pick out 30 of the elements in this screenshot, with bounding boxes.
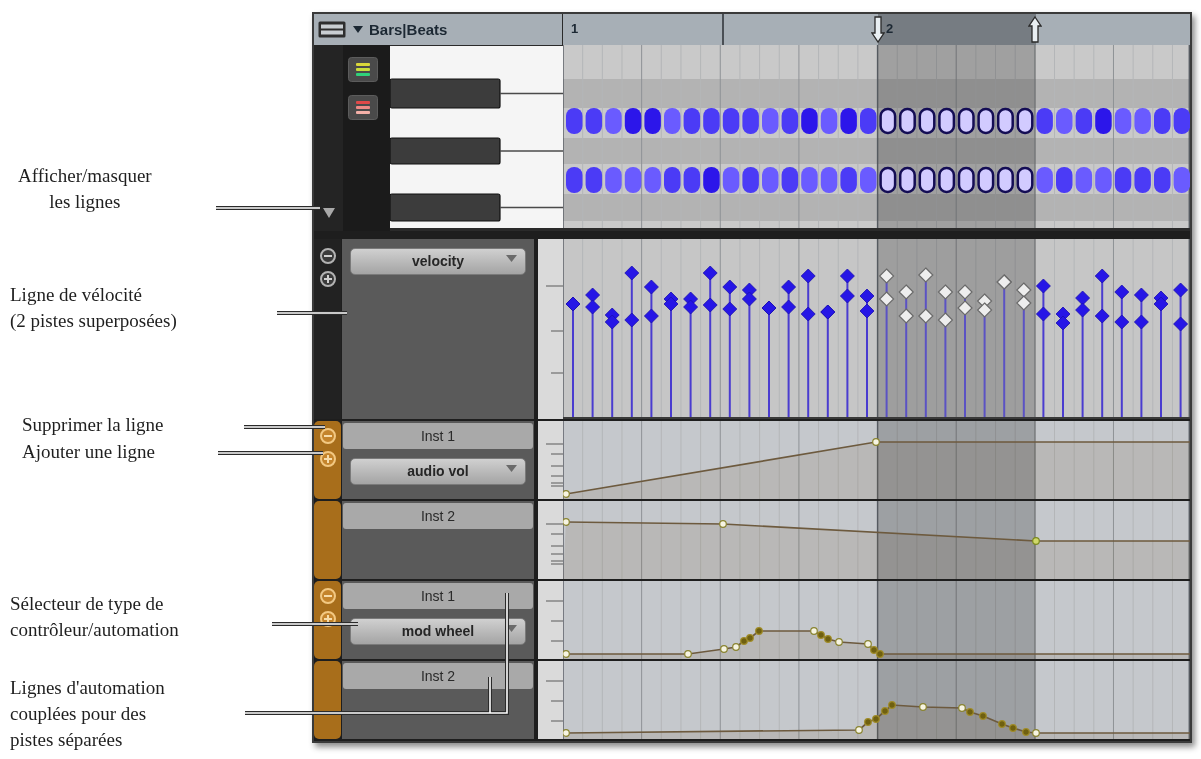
- minus-circle-icon[interactable]: [319, 248, 336, 264]
- timebase-dropdown[interactable]: Bars|Beats: [353, 22, 448, 37]
- controller-dropdown[interactable]: velocity: [350, 248, 526, 275]
- callout-label: Supprimer la ligne: [22, 413, 164, 437]
- controller-dropdown[interactable]: audio vol: [350, 458, 526, 485]
- track-label: Inst 1: [343, 423, 533, 449]
- caret-icon: [506, 625, 517, 632]
- track-label: Inst 1: [343, 583, 533, 609]
- callout-label: Sélecteur de type de contrôleur/automation: [10, 592, 179, 642]
- caret-icon: [353, 26, 363, 33]
- callout-label: Lignes d'automation couplées pour des pistes séparées: [10, 676, 165, 752]
- bar-number: 2: [886, 21, 894, 37]
- caret-icon: [506, 255, 517, 262]
- callout-label: Ligne de vélocité (2 pistes superposées): [10, 283, 177, 333]
- list-icon[interactable]: [318, 21, 346, 38]
- controller-dropdown[interactable]: mod wheel: [350, 618, 526, 645]
- plus-circle-icon[interactable]: [319, 451, 336, 467]
- bar-number: 1: [571, 21, 579, 37]
- track-label: Inst 2: [343, 503, 533, 529]
- striped-tile-icon[interactable]: [348, 95, 378, 120]
- triangle-icon[interactable]: [322, 208, 335, 218]
- down-arrow-icon[interactable]: [871, 16, 885, 43]
- plus-circle-icon[interactable]: [319, 271, 336, 287]
- minus-circle-icon[interactable]: [319, 428, 336, 444]
- striped-tile-icon[interactable]: [348, 57, 378, 82]
- callout-label: Afficher/masquer les lignes: [18, 164, 152, 214]
- track-label: Inst 2: [343, 663, 533, 689]
- callout-label: Ajouter une ligne: [22, 440, 155, 464]
- up-arrow-icon[interactable]: [1028, 16, 1042, 43]
- caret-icon: [506, 465, 517, 472]
